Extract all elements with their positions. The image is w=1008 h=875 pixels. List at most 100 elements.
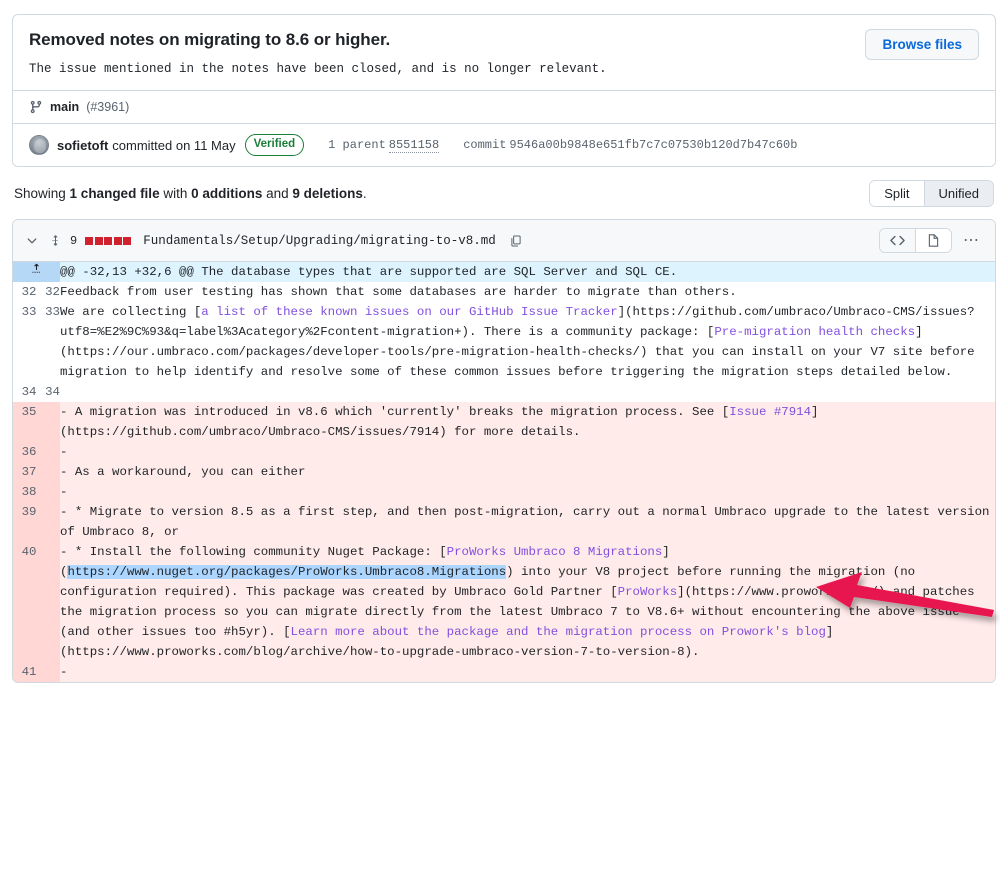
split-view-button[interactable]: Split [870,181,924,207]
summary-changed-files: 1 changed file [69,186,160,202]
summary-mid: with [159,186,192,202]
commit-message-block: Removed notes on migrating to 8.6 or hig… [29,29,855,78]
line-number-new[interactable] [36,442,60,463]
commit-description: The issue mentioned in the notes have be… [29,62,607,77]
line-number-new[interactable] [36,502,60,543]
copy-path-icon[interactable] [509,234,523,248]
browse-files-button[interactable]: Browse files [865,29,979,60]
diff-row-del: 36 - [13,442,995,463]
move-vertical-icon[interactable] [49,234,62,247]
expand-up-icon[interactable] [30,262,43,275]
commit-label: commit [463,138,507,153]
avatar [29,135,49,156]
line-number-old[interactable]: 35 [13,402,37,443]
diff-text: - [60,445,75,460]
diff-body: @@ -32,13 +32,6 @@ The database types th… [13,262,995,683]
commit-title: Removed notes on migrating to 8.6 or hig… [29,30,391,49]
git-branch-icon [29,100,43,114]
markdown-link-text: Issue #7914 [729,405,812,420]
diff-line-content: - [60,482,995,503]
diff-file-header: 9 Fundamentals/Setup/Upgrading/migrating… [13,220,995,263]
commit-sha[interactable]: 9546a00b9848e651fb7c7c07530b120d7b47c60b [509,138,797,152]
commit-branch-row: main (#3961) [13,90,995,123]
diff-line-content: - As a workaround, you can either [60,462,995,483]
diffstat-block [94,236,103,245]
chevron-down-icon[interactable] [25,234,39,248]
diff-line-content: We are collecting [a list of these known… [60,302,995,383]
file-view-button-group [879,228,952,254]
line-number-new[interactable] [36,482,60,503]
diff-text: - [60,665,75,680]
summary-deletions: 9 deletions [292,186,363,202]
diff-summary-text: Showing 1 changed file with 0 additions … [14,186,367,201]
commit-page: Removed notes on migrating to 8.6 or hig… [0,14,1008,875]
hunk-expand-button[interactable] [13,262,60,283]
diff-row-del: 39 - * Migrate to version 8.5 as a first … [13,502,995,543]
line-number-new[interactable]: 33 [36,302,60,383]
diff-row-ctx: 34 34 [13,382,995,403]
markdown-link-text: ProWorks [617,585,678,600]
line-number-old[interactable]: 37 [13,462,37,483]
diff-row-del: 37 - As a workaround, you can either [13,462,995,483]
line-number-new[interactable] [36,462,60,483]
file-document-icon[interactable] [915,229,951,253]
pull-request-ref: (#3961) [86,100,130,115]
line-number-new[interactable] [36,662,60,683]
diff-text: - A migration was introduced in v8.6 whi… [60,405,730,420]
file-path[interactable]: Fundamentals/Setup/Upgrading/migrating-t… [143,234,496,248]
line-number-old[interactable]: 38 [13,482,37,503]
summary-additions: 0 additions [191,186,263,202]
markdown-link-text: Learn more about the package and the mig… [290,625,826,640]
diff-text: - * Migrate to version 8.5 as a first st… [60,505,990,540]
summary-suffix: . [362,186,367,202]
diff-row-del: 40 - * Install the following community Nu… [13,542,995,663]
diff-view-toggle: Split Unified [869,180,994,208]
branch-name-link[interactable]: main [50,100,79,114]
line-number-new[interactable] [36,402,60,443]
diff-line-content: - * Migrate to version 8.5 as a first st… [60,502,995,543]
diff-text: - As a workaround, you can either [60,465,306,480]
diff-text: We are collecting [ [60,305,202,320]
line-number-old[interactable]: 33 [13,302,37,383]
diff-row-hunk: @@ -32,13 +32,6 @@ The database types th… [13,262,995,283]
diffstat-block [113,236,122,245]
author-username-link[interactable]: sofietoft [57,138,108,153]
parent-commit-block: 1 parent 8551158 [328,138,440,154]
committed-timestamp: committed on 11 May [112,137,236,153]
diff-row-del: 35 - A migration was introduced in v8.6 w… [13,402,995,443]
line-number-new[interactable]: 32 [36,282,60,303]
unified-view-button[interactable]: Unified [923,181,993,207]
diff-text: @@ -32,13 +32,6 @@ The database types th… [60,265,678,280]
diff-text: Feedback from user testing has shown tha… [60,285,737,300]
diff-line-content: - [60,662,995,683]
diff-row-ctx: 32 32 Feedback from user testing has shown… [13,282,995,303]
selected-text: https://www.nuget.org/packages/ProWorks.… [67,565,507,580]
line-number-old[interactable]: 41 [13,662,37,683]
line-number-new[interactable] [36,542,60,663]
parent-sha-link[interactable]: 8551158 [388,138,440,154]
diff-line-content: - [60,442,995,463]
summary-prefix: Showing [14,186,70,202]
diff-row-del: 38 - [13,482,995,503]
line-number-old[interactable]: 32 [13,282,37,303]
parent-label: 1 parent [328,138,386,153]
markdown-link-text: Pre-migration health checks [714,325,916,340]
line-number-new[interactable]: 34 [36,382,60,403]
line-number-old[interactable]: 34 [13,382,37,403]
commit-title-section: Removed notes on migrating to 8.6 or hig… [13,15,995,90]
kebab-menu-icon[interactable]: ⋯ [958,232,985,248]
line-number-old[interactable]: 36 [13,442,37,463]
code-brackets-icon[interactable] [880,229,915,253]
line-number-old[interactable]: 39 [13,502,37,543]
diff-row-ctx: 33 33 We are collecting [a list of these k… [13,302,995,383]
diffstat-block [104,236,113,245]
commit-sha-block: commit 9546a00b9848e651fb7c7c07530b120d7b… [463,138,797,152]
line-number-old[interactable]: 40 [13,542,37,663]
diffstat-block [123,236,132,245]
diff-line-content: Feedback from user testing has shown tha… [60,282,995,303]
diff-line-content: - * Install the following community Nuge… [60,542,995,663]
commit-author-row: sofietoft committed on 11 May Verified 1… [13,123,995,167]
markdown-link-text: a list of these known issues on our GitH… [201,305,618,320]
commit-header-card: Removed notes on migrating to 8.6 or hig… [12,14,996,168]
verified-badge[interactable]: Verified [244,134,305,157]
